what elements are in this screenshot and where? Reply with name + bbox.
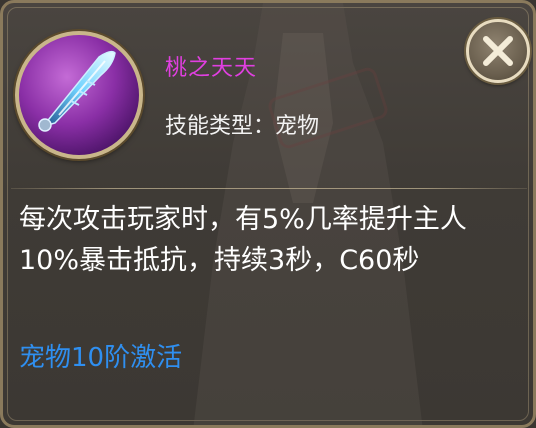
skill-icon bbox=[15, 31, 143, 159]
skill-name: 桃之天天 bbox=[165, 56, 258, 81]
skill-tooltip-panel: 桃之天天 技能类型：宠物 每次攻击玩家时，有5%几率提升主人10%暴击抵抗，持续… bbox=[0, 0, 536, 428]
close-icon bbox=[483, 36, 513, 66]
skill-type-label: 技能类型：宠物 bbox=[165, 114, 320, 139]
unlock-condition: 宠物10阶激活 bbox=[19, 343, 183, 373]
divider bbox=[11, 188, 527, 189]
close-button[interactable] bbox=[466, 19, 530, 83]
feather-blade-icon bbox=[38, 50, 116, 132]
skill-description: 每次攻击玩家时，有5%几率提升主人10%暴击抵抗，持续3秒，C60秒 bbox=[19, 204, 467, 276]
